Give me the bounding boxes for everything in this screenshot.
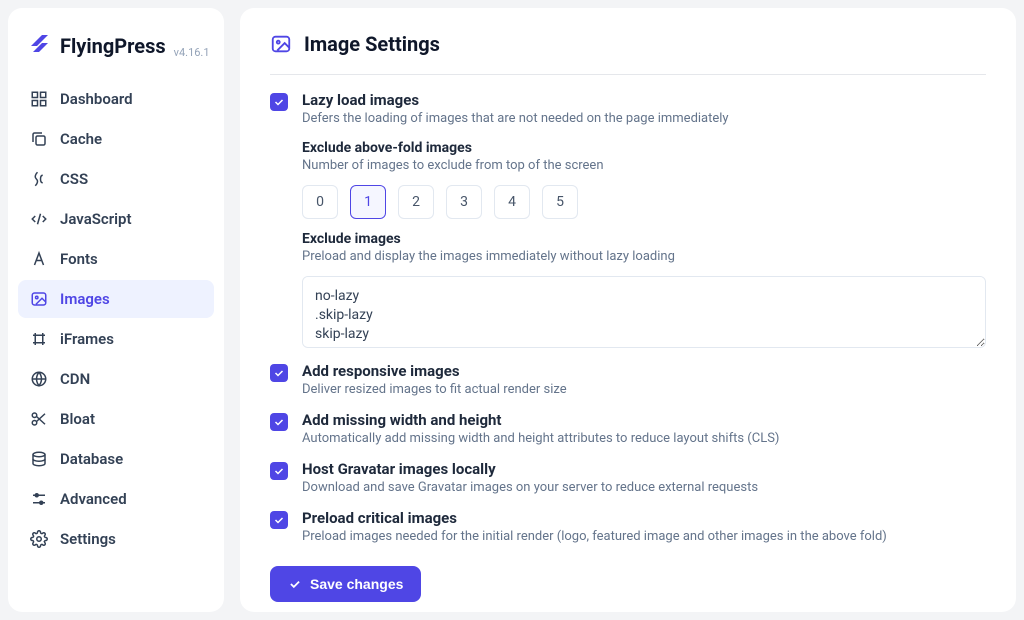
save-button[interactable]: Save changes	[270, 566, 421, 602]
setting-lazy-load: Lazy load images Defers the loading of i…	[270, 91, 986, 126]
sidebar-item-label: Dashboard	[60, 90, 133, 108]
app-name: FlyingPress	[60, 34, 166, 58]
above-fold-option-5[interactable]: 5	[542, 185, 578, 219]
checkbox-gravatar[interactable]	[270, 462, 288, 480]
sidebar-item-fonts[interactable]: Fonts	[18, 240, 214, 278]
above-fold-option-3[interactable]: 3	[446, 185, 482, 219]
exclude-images-input[interactable]	[302, 276, 986, 348]
copy-icon	[30, 130, 48, 148]
checkbox-responsive[interactable]	[270, 364, 288, 382]
setting-title: Preload critical images	[302, 509, 986, 527]
sidebar-item-label: CSS	[60, 170, 88, 188]
above-fold-option-4[interactable]: 4	[494, 185, 530, 219]
above-fold-option-2[interactable]: 2	[398, 185, 434, 219]
sidebar: FlyingPress v4.16.1 Dashboard Cache CSS …	[8, 8, 224, 612]
exclude-above-fold: Exclude above-fold images Number of imag…	[302, 140, 986, 219]
setting-preload: Preload critical images Preload images n…	[270, 509, 986, 544]
sub-title: Exclude above-fold images	[302, 140, 986, 156]
page-header: Image Settings	[270, 32, 986, 75]
image-icon	[30, 290, 48, 308]
logo-row: FlyingPress v4.16.1	[18, 26, 214, 80]
sidebar-item-label: Settings	[60, 530, 116, 548]
setting-title: Host Gravatar images locally	[302, 460, 986, 478]
sub-title: Exclude images	[302, 231, 986, 247]
sidebar-item-label: Cache	[60, 130, 102, 148]
sidebar-item-label: CDN	[60, 370, 90, 388]
logo: FlyingPress	[28, 32, 166, 60]
sidebar-item-label: iFrames	[60, 330, 114, 348]
checkbox-missing-wh[interactable]	[270, 413, 288, 431]
setting-title: Lazy load images	[302, 91, 986, 109]
globe-icon	[30, 370, 48, 388]
sidebar-item-javascript[interactable]: JavaScript	[18, 200, 214, 238]
setting-missing-wh: Add missing width and height Automatical…	[270, 411, 986, 446]
sidebar-item-label: Advanced	[60, 490, 127, 508]
main: Image Settings Lazy load images Defers t…	[240, 8, 1016, 612]
setting-desc: Preload images needed for the initial re…	[302, 529, 986, 544]
app-version: v4.16.1	[174, 46, 210, 59]
checkbox-lazy-load[interactable]	[270, 93, 288, 111]
sub-desc: Number of images to exclude from top of …	[302, 158, 986, 173]
sidebar-item-label: JavaScript	[60, 210, 132, 228]
sidebar-item-database[interactable]: Database	[18, 440, 214, 478]
above-fold-options: 0 1 2 3 4 5	[302, 185, 986, 219]
frame-icon	[30, 330, 48, 348]
app-logo-icon	[28, 32, 52, 60]
code-icon	[30, 210, 48, 228]
sidebar-item-settings[interactable]: Settings	[18, 520, 214, 558]
sidebar-item-images[interactable]: Images	[18, 280, 214, 318]
grid-icon	[30, 90, 48, 108]
sidebar-item-advanced[interactable]: Advanced	[18, 480, 214, 518]
setting-title: Add responsive images	[302, 362, 986, 380]
setting-desc: Automatically add missing width and heig…	[302, 431, 986, 446]
page-title: Image Settings	[304, 32, 440, 56]
sidebar-item-label: Images	[60, 290, 110, 308]
save-button-label: Save changes	[310, 576, 403, 592]
above-fold-option-0[interactable]: 0	[302, 185, 338, 219]
setting-title: Add missing width and height	[302, 411, 986, 429]
font-icon	[30, 250, 48, 268]
database-icon	[30, 450, 48, 468]
scissors-icon	[30, 410, 48, 428]
gear-icon	[30, 530, 48, 548]
setting-gravatar: Host Gravatar images locally Download an…	[270, 460, 986, 495]
setting-desc: Defers the loading of images that are no…	[302, 111, 986, 126]
image-icon	[270, 33, 292, 55]
sidebar-item-label: Fonts	[60, 250, 98, 268]
sidebar-item-iframes[interactable]: iFrames	[18, 320, 214, 358]
sidebar-item-dashboard[interactable]: Dashboard	[18, 80, 214, 118]
sidebar-item-cache[interactable]: Cache	[18, 120, 214, 158]
sidebar-item-bloat[interactable]: Bloat	[18, 400, 214, 438]
sidebar-item-css[interactable]: CSS	[18, 160, 214, 198]
above-fold-option-1[interactable]: 1	[350, 185, 386, 219]
exclude-images: Exclude images Preload and display the i…	[302, 231, 986, 352]
sidebar-item-cdn[interactable]: CDN	[18, 360, 214, 398]
setting-responsive: Add responsive images Deliver resized im…	[270, 362, 986, 397]
sidebar-item-label: Database	[60, 450, 123, 468]
checkbox-preload[interactable]	[270, 511, 288, 529]
sub-desc: Preload and display the images immediate…	[302, 249, 986, 264]
sidebar-item-label: Bloat	[60, 410, 95, 428]
sliders-icon	[30, 490, 48, 508]
nav: Dashboard Cache CSS JavaScript Fonts Ima…	[18, 80, 214, 558]
css-icon	[30, 170, 48, 188]
setting-desc: Deliver resized images to fit actual ren…	[302, 382, 986, 397]
setting-desc: Download and save Gravatar images on you…	[302, 480, 986, 495]
